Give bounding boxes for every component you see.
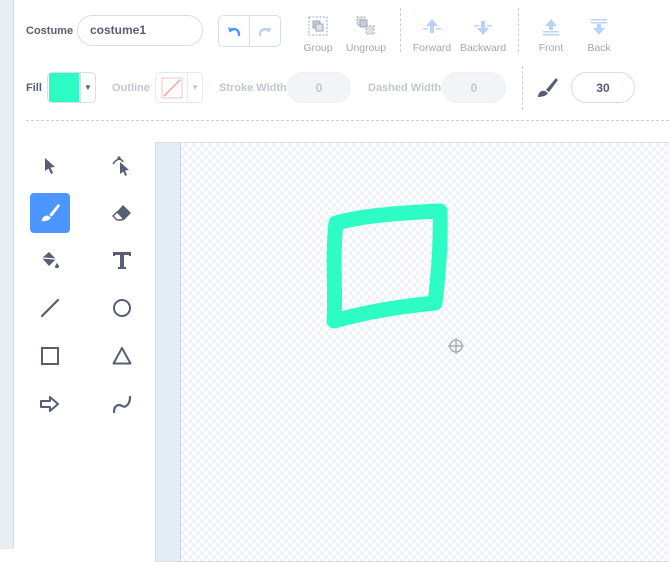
line-icon: [40, 298, 60, 318]
dashed-width-label: Dashed Width: [368, 82, 442, 94]
outline-color-picker[interactable]: ▼: [155, 72, 203, 103]
ungroup-label: Ungroup: [345, 42, 387, 54]
drawn-brush-stroke: [326, 203, 448, 329]
costume-name-input[interactable]: costume1: [77, 15, 203, 46]
outline-dropdown-icon: ▼: [187, 73, 202, 102]
stroke-width-input[interactable]: 0: [287, 72, 351, 103]
outline-label: Outline: [112, 82, 150, 94]
select-arrow-icon: [45, 158, 55, 174]
backward-button[interactable]: Backward: [453, 11, 513, 54]
back-icon: [591, 19, 607, 35]
curve-icon: [112, 395, 132, 414]
fill-dropdown-icon: ▼: [80, 73, 95, 102]
eraser-tool[interactable]: [102, 193, 142, 233]
fill-tool[interactable]: [30, 240, 70, 280]
redo-button[interactable]: [249, 16, 280, 46]
line-tool[interactable]: [30, 288, 70, 328]
undo-redo-group: [218, 15, 281, 47]
no-outline-icon: [161, 77, 183, 98]
back-button[interactable]: Back: [569, 11, 629, 54]
brush-size-input[interactable]: 30: [571, 72, 635, 103]
backward-icon: [474, 21, 492, 35]
undo-button[interactable]: [219, 16, 249, 46]
triangle-icon: [112, 347, 132, 365]
redo-icon: [258, 27, 271, 37]
dashed-width-input[interactable]: 0: [442, 72, 506, 103]
fill-bucket-icon: [41, 252, 59, 269]
select-tool[interactable]: [30, 146, 70, 186]
fill-label: Fill: [26, 82, 42, 94]
back-label: Back: [587, 42, 611, 54]
text-tool[interactable]: [102, 240, 142, 280]
separator: [522, 66, 523, 110]
brush-size-icon: [535, 76, 559, 105]
drawing-canvas[interactable]: [155, 142, 669, 562]
rectangle-icon: [41, 347, 59, 365]
triangle-tool[interactable]: [102, 336, 142, 376]
arrow-tool[interactable]: [30, 384, 70, 424]
stroke-width-label: Stroke Width: [219, 82, 287, 94]
separator: [518, 8, 519, 52]
fill-color-swatch: [49, 73, 79, 102]
reshape-tool[interactable]: [102, 146, 142, 186]
rotation-center-icon: [448, 338, 464, 354]
undo-icon: [228, 27, 241, 37]
front-icon: [543, 19, 559, 36]
separator: [400, 8, 401, 52]
costume-label: Costume: [26, 25, 74, 37]
circle-icon: [113, 299, 131, 317]
ungroup-icon: [356, 16, 375, 35]
curve-tool[interactable]: [102, 384, 142, 424]
circle-tool[interactable]: [102, 288, 142, 328]
brush-icon: [41, 203, 61, 222]
toolbar-divider: [26, 120, 669, 121]
panel-left-edge: [0, 0, 14, 549]
canvas-drawing-layer: [326, 203, 448, 329]
fill-color-picker[interactable]: ▼: [47, 72, 96, 103]
ungroup-button[interactable]: Ungroup: [336, 11, 396, 54]
eraser-icon: [112, 205, 131, 221]
rectangle-tool[interactable]: [30, 336, 70, 376]
reshape-icon: [112, 156, 129, 176]
arrow-shape-icon: [40, 396, 59, 412]
brush-tool[interactable]: [30, 193, 70, 233]
group-icon: [308, 16, 328, 36]
text-icon: [113, 252, 131, 269]
forward-icon: [423, 19, 441, 33]
backward-label: Backward: [459, 42, 507, 54]
